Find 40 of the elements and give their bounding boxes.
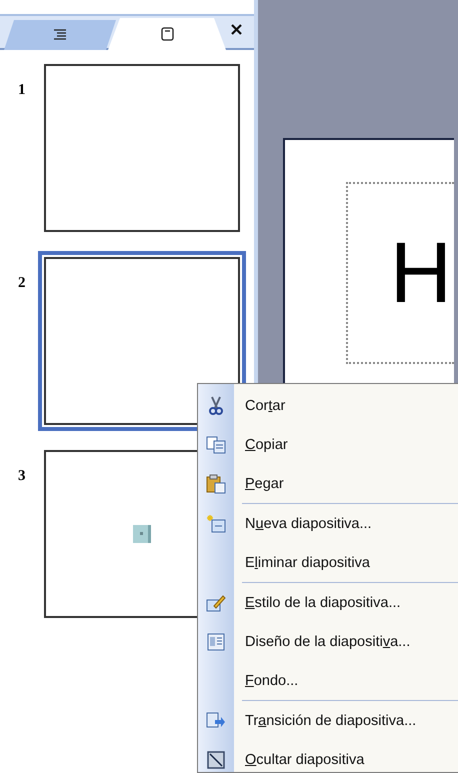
pencil-slide-icon	[206, 594, 226, 612]
slide-number: 3	[17, 468, 26, 485]
menu-item[interactable]: Copiar	[198, 425, 458, 464]
pane-tab[interactable]	[4, 20, 116, 50]
menu-item-label: Cortar	[244, 398, 286, 414]
menu-item-label: Nueva diapositiva...	[244, 516, 372, 532]
menu-item-label: Eliminar diapositiva	[244, 554, 370, 570]
menu-item[interactable]: Ocultar diapositiva	[198, 740, 458, 773]
menu-item-label: Transición de diapositiva...	[244, 712, 416, 728]
new-slide-icon	[206, 514, 226, 532]
copy-icon	[206, 436, 226, 454]
slide-number: 1	[17, 82, 26, 99]
object-icon	[133, 525, 151, 543]
title-text: H	[390, 230, 452, 316]
hidden-slide-icon	[207, 750, 225, 768]
title-placeholder[interactable]: H	[346, 182, 454, 364]
menu-item-label: Estilo de la diapositiva...	[244, 594, 401, 610]
transition-icon	[206, 712, 226, 730]
menu-item[interactable]: Transición de diapositiva...	[198, 701, 458, 740]
menu-item-label: Copiar	[244, 436, 288, 452]
layout-icon	[207, 632, 225, 650]
scissors-icon	[209, 396, 223, 416]
menu-item-label: Fondo...	[244, 672, 298, 688]
menu-item-label: Diseño de la diapositiva...	[244, 634, 410, 650]
slide-number: 2	[17, 275, 26, 292]
close-icon	[231, 24, 242, 35]
menu-item[interactable]: Eliminar diapositiva	[198, 543, 458, 582]
menu-item[interactable]: Pegar	[198, 464, 458, 503]
slide-thumbnail[interactable]	[38, 251, 246, 431]
menu-item[interactable]: Nueva diapositiva...	[198, 504, 458, 543]
outline-icon	[53, 29, 67, 41]
clipboard-icon	[206, 474, 226, 494]
slide-icon	[160, 27, 174, 41]
menu-item[interactable]: Fondo...	[198, 661, 458, 700]
menu-item[interactable]: Cortar	[198, 386, 458, 425]
menu-item-label: Ocultar diapositiva	[244, 752, 364, 768]
menu-item-label: Pegar	[244, 476, 284, 492]
close-button[interactable]	[229, 22, 244, 37]
menu-item[interactable]: Estilo de la diapositiva...	[198, 583, 458, 622]
menu-item[interactable]: Diseño de la diapositiva...	[198, 622, 458, 661]
